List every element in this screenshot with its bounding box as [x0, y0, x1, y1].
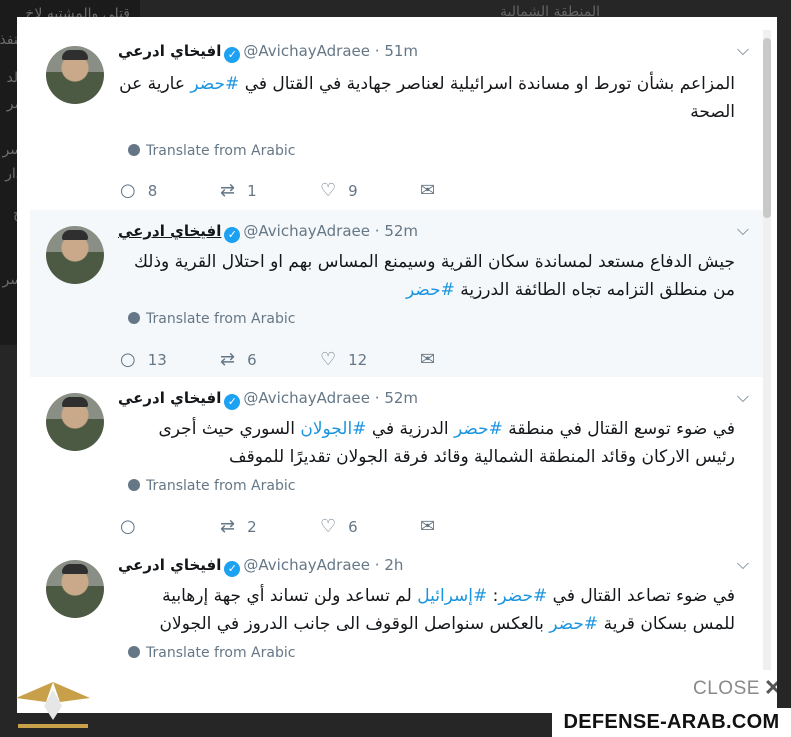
verified-badge-icon: ✓	[224, 394, 241, 410]
tweet-header: افيخاي ادرعي ✓ @AvichayAdraee · 52m	[118, 222, 418, 243]
heart-icon: ♡	[320, 516, 337, 537]
site-logo-icon	[16, 682, 90, 728]
heart-icon: ♡	[320, 349, 337, 370]
retweet-button[interactable]: ⇄ 6	[220, 349, 257, 370]
hashtag-link[interactable]: #حضر	[190, 74, 239, 94]
author-handle[interactable]: @AvichayAdraee	[243, 222, 370, 240]
lightbox-modal: افيخاي ادرعي ✓ @AvichayAdraee · 51m ⌵ المز…	[17, 17, 777, 713]
reply-button[interactable]: ○ 8	[120, 180, 157, 201]
direct-message-button[interactable]: ✉	[420, 349, 435, 370]
mail-icon: ✉	[420, 349, 436, 370]
chevron-down-icon[interactable]: ⌵	[737, 554, 749, 574]
tweet-header: افيخاي ادرعي ✓ @AvichayAdraee · 51m	[118, 42, 418, 63]
translate-link[interactable]: Translate from Arabic	[128, 645, 295, 661]
avatar[interactable]	[46, 226, 104, 284]
direct-message-button[interactable]: ✉	[420, 180, 435, 201]
author-name[interactable]: افيخاي ادرعي	[118, 389, 221, 407]
author-handle[interactable]: @AvichayAdraee	[243, 42, 370, 60]
tweet-card[interactable]: افيخاي ادرعي ✓ @AvichayAdraee · 52m ⌵ في ض…	[30, 377, 763, 545]
retweet-button[interactable]: ⇄ 2	[220, 516, 257, 537]
author-name[interactable]: افيخاي ادرعي	[118, 222, 221, 240]
verified-badge-icon: ✓	[224, 47, 241, 63]
hashtag-link[interactable]: #حضر	[549, 614, 598, 634]
reply-icon: ○	[120, 180, 136, 201]
author-name[interactable]: افيخاي ادرعي	[118, 42, 221, 60]
close-icon: ✕	[763, 675, 777, 700]
retweet-icon: ⇄	[220, 180, 236, 201]
translate-link[interactable]: Translate from Arabic	[128, 143, 295, 159]
author-handle[interactable]: @AvichayAdraee	[243, 556, 370, 574]
verified-badge-icon: ✓	[224, 227, 241, 243]
verified-badge-icon: ✓	[224, 561, 241, 577]
retweet-button[interactable]: ⇄ 1	[220, 180, 257, 201]
tweet-card[interactable]: افيخاي ادرعي ✓ @AvichayAdraee · 2h ⌵ في ضو…	[30, 544, 763, 670]
tweet-card[interactable]: افيخاي ادرعي ✓ @AvichayAdraee · 52m ⌵ جيش …	[30, 210, 763, 378]
like-button[interactable]: ♡ 6	[320, 516, 358, 537]
tweet-header: افيخاي ادرعي ✓ @AvichayAdraee · 52m	[118, 389, 418, 410]
mail-icon: ✉	[420, 180, 436, 201]
site-watermark: DEFENSE-ARAB.COM	[552, 708, 791, 737]
reply-icon: ○	[120, 516, 136, 537]
chevron-down-icon[interactable]: ⌵	[737, 40, 749, 60]
mail-icon: ✉	[420, 516, 436, 537]
hashtag-link[interactable]: #إسرائيل	[417, 586, 487, 606]
globe-icon	[128, 479, 140, 491]
tweet-text: المزاعم بشأن تورط او مساندة اسرائيلية لع…	[119, 74, 735, 122]
hashtag-link[interactable]: #الجولان	[300, 419, 366, 439]
tweet-timestamp[interactable]: · 52m	[375, 389, 418, 407]
translate-link[interactable]: Translate from Arabic	[128, 311, 295, 327]
heart-icon: ♡	[320, 180, 337, 201]
tweet-text: جيش الدفاع مستعد لمساندة سكان القرية وسي…	[133, 252, 735, 300]
hashtag-link[interactable]: #حضر	[498, 586, 547, 606]
tweet-card[interactable]: افيخاي ادرعي ✓ @AvichayAdraee · 51m ⌵ المز…	[30, 30, 763, 211]
chevron-down-icon[interactable]: ⌵	[737, 387, 749, 407]
author-name[interactable]: افيخاي ادرعي	[118, 556, 221, 574]
globe-icon	[128, 144, 140, 156]
scrollbar[interactable]	[763, 30, 771, 670]
translate-link[interactable]: Translate from Arabic	[128, 478, 295, 494]
avatar[interactable]	[46, 393, 104, 451]
hashtag-link[interactable]: #حضر	[406, 280, 455, 300]
hashtag-link[interactable]: #حضر	[454, 419, 503, 439]
scroll-thumb[interactable]	[763, 38, 771, 218]
reply-button[interactable]: ○ 13	[120, 349, 167, 370]
like-button[interactable]: ♡ 12	[320, 349, 367, 370]
tweet-timestamp[interactable]: · 51m	[375, 42, 418, 60]
close-button[interactable]: CLOSE ✕	[693, 675, 777, 701]
retweet-icon: ⇄	[220, 349, 236, 370]
avatar[interactable]	[46, 560, 104, 618]
author-handle[interactable]: @AvichayAdraee	[243, 389, 370, 407]
avatar[interactable]	[46, 46, 104, 104]
reply-icon: ○	[120, 349, 136, 370]
globe-icon	[128, 646, 140, 658]
retweet-icon: ⇄	[220, 516, 236, 537]
tweet-timestamp[interactable]: · 52m	[375, 222, 418, 240]
direct-message-button[interactable]: ✉	[420, 516, 435, 537]
globe-icon	[128, 312, 140, 324]
reply-button[interactable]: ○	[120, 516, 148, 537]
tweet-text: في ضوء تصاعد القتال في #حضر: #إسرائيل لم…	[159, 586, 735, 634]
like-button[interactable]: ♡ 9	[320, 180, 358, 201]
tweet-text: في ضوء توسع القتال في منطقة #حضر الدرزية…	[158, 419, 736, 467]
tweet-timestamp[interactable]: · 2h	[375, 556, 404, 574]
tweet-feed[interactable]: افيخاي ادرعي ✓ @AvichayAdraee · 51m ⌵ المز…	[30, 30, 771, 670]
chevron-down-icon[interactable]: ⌵	[737, 220, 749, 240]
tweet-header: افيخاي ادرعي ✓ @AvichayAdraee · 2h	[118, 556, 403, 577]
